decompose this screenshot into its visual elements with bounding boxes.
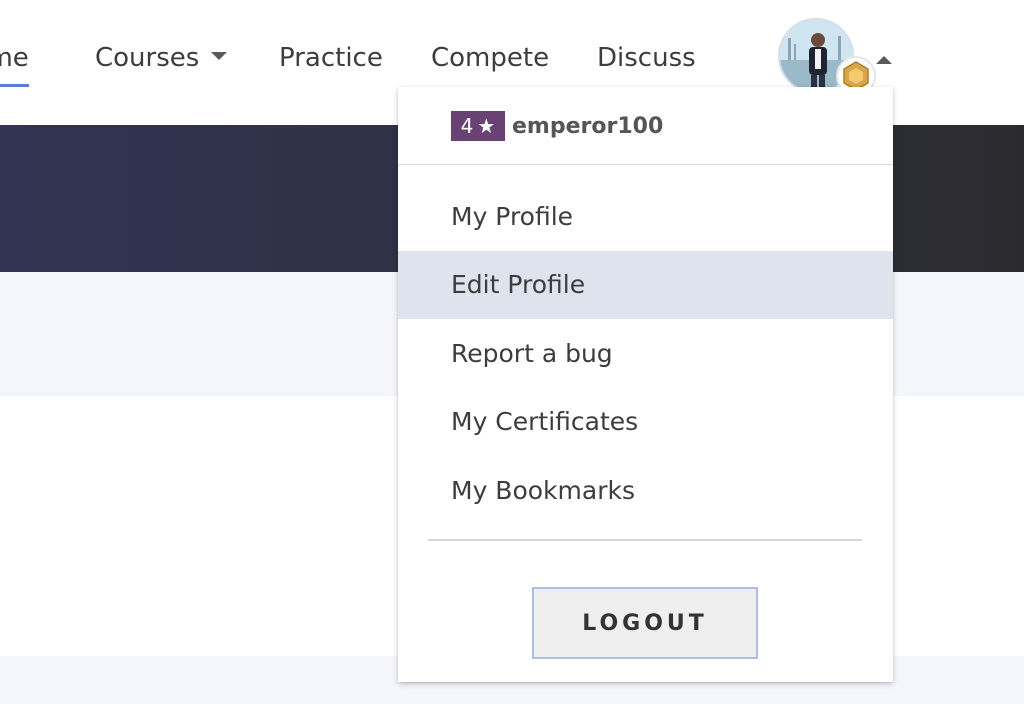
rating-badge: 4 ★ [451, 111, 505, 141]
menu-item-my-certificates[interactable]: My Certificates [398, 388, 893, 456]
nav-practice-label: Practice [279, 43, 383, 73]
nav-compete[interactable]: Compete [431, 40, 549, 76]
menu-item-my-bookmarks[interactable]: My Bookmarks [398, 457, 893, 525]
nav-compete-label: Compete [431, 43, 550, 73]
menu-item-edit-profile[interactable]: Edit Profile [398, 251, 893, 319]
nav-home[interactable]: Home [0, 40, 29, 87]
user-menu-toggle[interactable] [778, 18, 892, 98]
logout-button[interactable]: LOGOUT [532, 587, 758, 659]
courses-chevron-down-icon [211, 51, 228, 60]
user-dropdown-menu: 4 ★ emperor100 My Profile Edit Profile R… [398, 87, 893, 682]
nav-discuss-label: Discuss [597, 43, 696, 73]
username[interactable]: emperor100 [512, 112, 663, 142]
menu-item-report-bug[interactable]: Report a bug [398, 320, 893, 388]
nav-discuss[interactable]: Discuss [597, 40, 696, 76]
rating-value: 4 [460, 114, 474, 138]
page: Home Courses Practice Compete Discuss [0, 0, 1024, 704]
star-icon: ★ [477, 114, 496, 138]
dropdown-user-header: 4 ★ emperor100 [398, 87, 893, 165]
divider [428, 539, 862, 541]
menu-item-my-profile[interactable]: My Profile [398, 183, 893, 251]
nav-practice[interactable]: Practice [279, 40, 383, 76]
nav-courses[interactable]: Courses [95, 40, 228, 76]
avatar-chevron-up-icon [876, 56, 892, 64]
active-nav-underline [0, 84, 29, 87]
nav-home-label: Home [0, 43, 29, 73]
nav-courses-label: Courses [95, 43, 200, 73]
